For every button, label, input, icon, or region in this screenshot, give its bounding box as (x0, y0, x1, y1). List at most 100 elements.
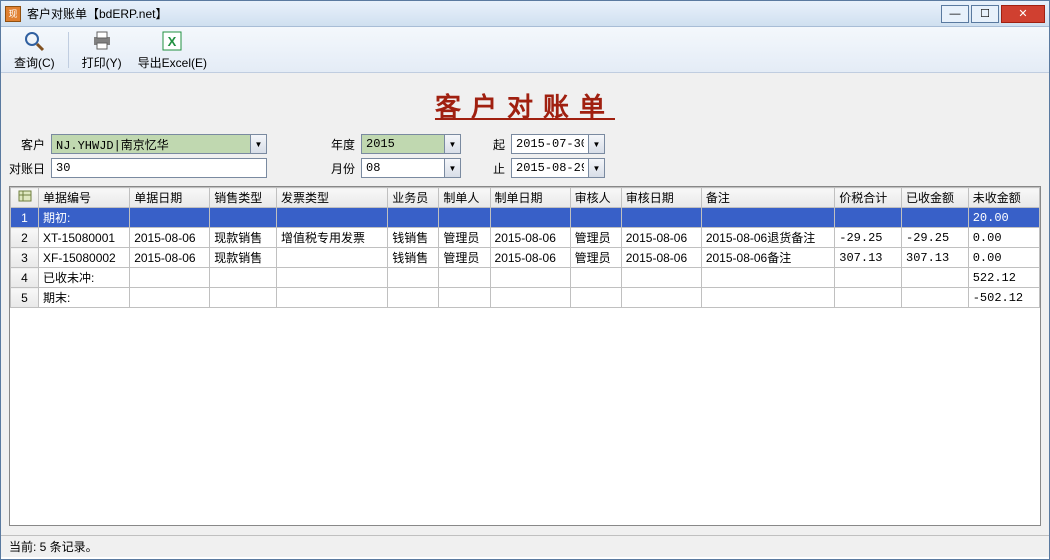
cell[interactable] (490, 288, 570, 308)
print-button[interactable]: 打印(Y) (75, 26, 129, 74)
cell[interactable]: 2015-08-06 (621, 228, 701, 248)
cell[interactable]: -29.25 (835, 228, 902, 248)
cell[interactable] (210, 268, 277, 288)
customer-dropdown-button[interactable]: ▼ (251, 134, 267, 154)
cell[interactable] (439, 268, 490, 288)
cell[interactable]: 管理员 (439, 228, 490, 248)
cell[interactable] (276, 248, 387, 268)
column-header[interactable]: 发票类型 (276, 188, 387, 208)
column-header[interactable]: 单据日期 (130, 188, 210, 208)
cell[interactable] (210, 288, 277, 308)
column-header[interactable]: 未收金额 (968, 188, 1039, 208)
column-header[interactable]: 制单人 (439, 188, 490, 208)
cell[interactable] (701, 208, 834, 228)
cell[interactable] (439, 208, 490, 228)
minimize-button[interactable]: — (941, 5, 969, 23)
cell[interactable]: 2015-08-06备注 (701, 248, 834, 268)
cell[interactable] (570, 288, 621, 308)
cell[interactable] (835, 288, 902, 308)
cell[interactable]: 期初: (39, 208, 130, 228)
row-number[interactable]: 1 (11, 208, 39, 228)
cell[interactable]: 2015-08-06 (490, 228, 570, 248)
cell[interactable] (835, 208, 902, 228)
table-row[interactable]: 2XT-150800012015-08-06现款销售增值税专用发票钱销售管理员2… (11, 228, 1040, 248)
row-number[interactable]: 2 (11, 228, 39, 248)
cell[interactable] (388, 288, 439, 308)
customer-input[interactable] (51, 134, 251, 154)
cell[interactable]: 2015-08-06 (621, 248, 701, 268)
start-date-input[interactable] (511, 134, 589, 154)
table-row[interactable]: 3XF-150800022015-08-06现款销售钱销售管理员2015-08-… (11, 248, 1040, 268)
cell[interactable]: 期末: (39, 288, 130, 308)
cell[interactable]: 管理员 (439, 248, 490, 268)
cell[interactable] (276, 268, 387, 288)
cell[interactable] (490, 208, 570, 228)
cell[interactable]: 钱销售 (388, 248, 439, 268)
column-header[interactable]: 销售类型 (210, 188, 277, 208)
table-row[interactable]: 4已收未冲: 522.12 (11, 268, 1040, 288)
data-grid[interactable]: 单据编号单据日期销售类型发票类型业务员制单人制单日期审核人审核日期备注价税合计已… (9, 186, 1041, 526)
cell[interactable]: 20.00 (968, 208, 1039, 228)
year-dropdown-button[interactable]: ▼ (445, 134, 461, 154)
cell[interactable] (902, 288, 969, 308)
cell[interactable]: 2015-08-06 (130, 228, 210, 248)
column-header[interactable]: 制单日期 (490, 188, 570, 208)
cell[interactable]: 管理员 (570, 248, 621, 268)
cell[interactable]: 管理员 (570, 228, 621, 248)
cell[interactable] (388, 208, 439, 228)
column-header[interactable]: 审核日期 (621, 188, 701, 208)
cell[interactable]: 钱销售 (388, 228, 439, 248)
grid-corner[interactable] (11, 188, 39, 208)
cell[interactable] (570, 208, 621, 228)
table-row[interactable]: 5期末:-502.12 (11, 288, 1040, 308)
cell[interactable] (490, 268, 570, 288)
column-header[interactable]: 已收金额 (902, 188, 969, 208)
cell[interactable]: XT-15080001 (39, 228, 130, 248)
cell[interactable] (902, 208, 969, 228)
cell[interactable]: -502.12 (968, 288, 1039, 308)
cell[interactable] (130, 208, 210, 228)
cell[interactable]: 已收未冲: (39, 268, 130, 288)
cell[interactable]: 现款销售 (210, 228, 277, 248)
cell[interactable]: 307.13 (835, 248, 902, 268)
cell[interactable] (621, 268, 701, 288)
cell[interactable]: 522.12 (968, 268, 1039, 288)
close-button[interactable]: ✕ (1001, 5, 1045, 23)
cell[interactable] (701, 288, 834, 308)
reconday-input[interactable] (51, 158, 267, 178)
year-input[interactable] (361, 134, 445, 154)
column-header[interactable]: 审核人 (570, 188, 621, 208)
export-excel-button[interactable]: X 导出Excel(E) (131, 26, 214, 74)
cell[interactable] (621, 288, 701, 308)
cell[interactable] (130, 288, 210, 308)
column-header[interactable]: 单据编号 (39, 188, 130, 208)
end-date-input[interactable] (511, 158, 589, 178)
row-number[interactable]: 3 (11, 248, 39, 268)
column-header[interactable]: 价税合计 (835, 188, 902, 208)
cell[interactable] (388, 268, 439, 288)
month-input[interactable] (361, 158, 445, 178)
end-date-dropdown-button[interactable]: ▼ (589, 158, 605, 178)
cell[interactable]: 0.00 (968, 248, 1039, 268)
cell[interactable] (276, 208, 387, 228)
cell[interactable]: 增值税专用发票 (276, 228, 387, 248)
maximize-button[interactable]: ☐ (971, 5, 999, 23)
cell[interactable]: 2015-08-06 (130, 248, 210, 268)
query-button[interactable]: 查询(C) (7, 26, 62, 74)
row-number[interactable]: 4 (11, 268, 39, 288)
month-dropdown-button[interactable]: ▼ (445, 158, 461, 178)
cell[interactable] (621, 208, 701, 228)
cell[interactable] (701, 268, 834, 288)
cell[interactable] (835, 268, 902, 288)
cell[interactable]: 307.13 (902, 248, 969, 268)
cell[interactable] (130, 268, 210, 288)
cell[interactable] (439, 288, 490, 308)
cell[interactable]: XF-15080002 (39, 248, 130, 268)
cell[interactable]: 现款销售 (210, 248, 277, 268)
table-row[interactable]: 1期初: 20.00 (11, 208, 1040, 228)
cell[interactable] (210, 208, 277, 228)
column-header[interactable]: 备注 (701, 188, 834, 208)
cell[interactable]: -29.25 (902, 228, 969, 248)
column-header[interactable]: 业务员 (388, 188, 439, 208)
cell[interactable]: 0.00 (968, 228, 1039, 248)
